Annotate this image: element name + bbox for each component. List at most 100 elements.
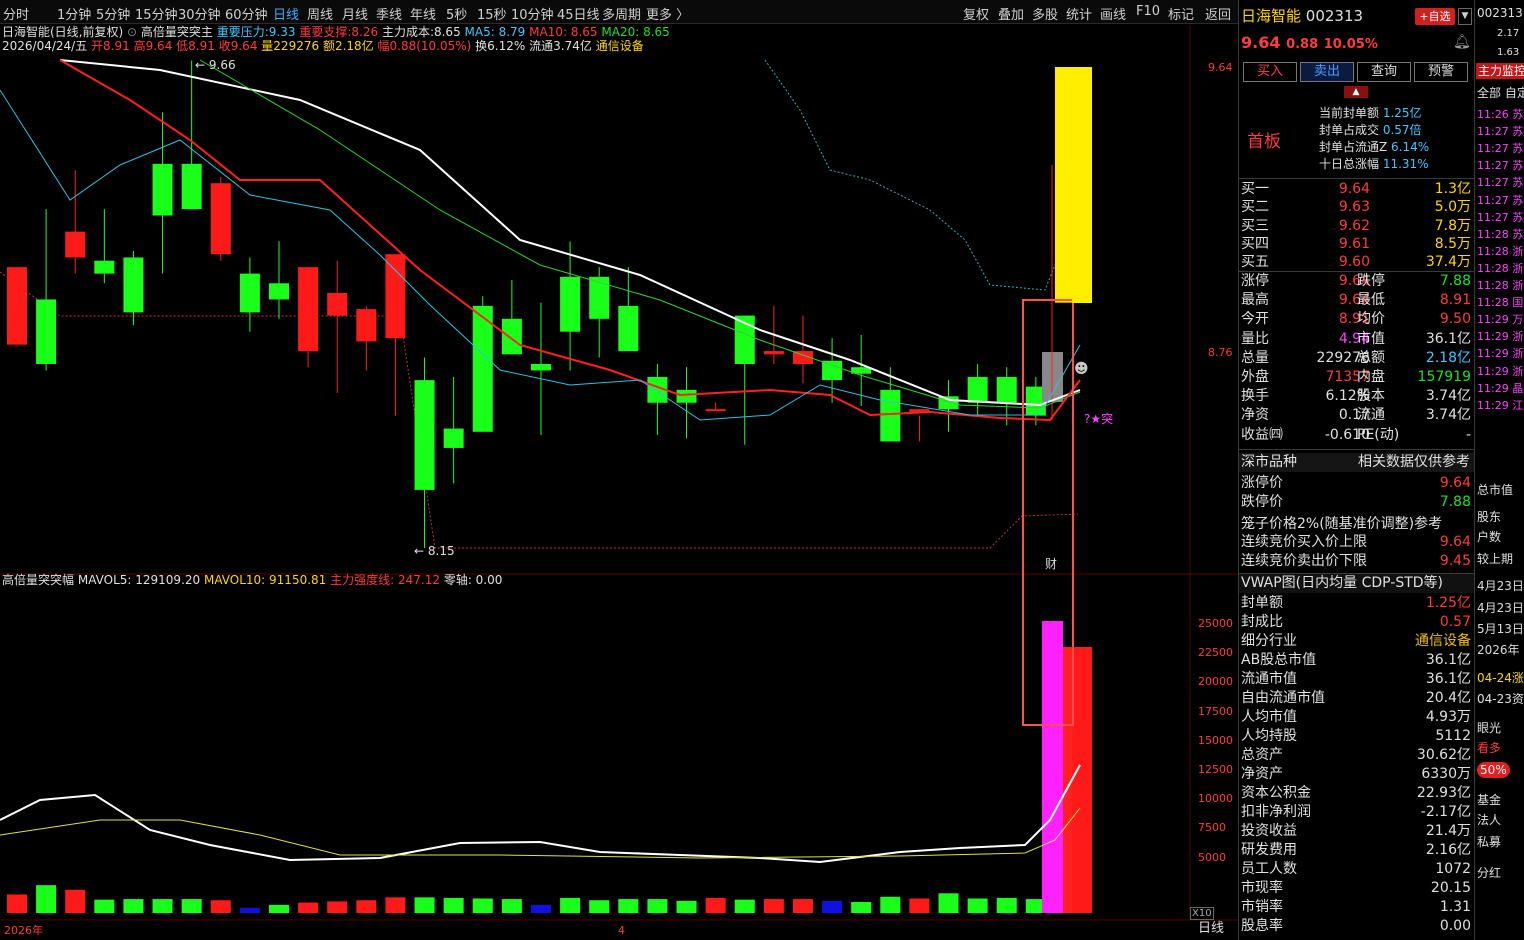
fundamental-row: 人均市值 4.93万 [1241,709,1471,725]
bid-row[interactable]: 买二 9.63 5.0万 [1239,198,1475,217]
monitor-item[interactable]: 11:29 浙 [1477,364,1523,380]
candle-body [618,305,639,352]
volume-bar [734,899,755,913]
vol-axis-label: 20000 [1198,675,1233,689]
stat-row: 涨停 9.64 跌停 7.88 [1241,273,1471,289]
period-tab-11[interactable]: 5秒 [446,4,467,23]
monitor-item[interactable]: 11:28 苏 [1477,227,1523,243]
period-tab-9[interactable]: 季线 [376,4,402,23]
auction-row: 连续竞价买入价上限 9.64 [1241,534,1471,550]
candle-body [94,260,115,274]
trade-button-2[interactable]: 查询 [1357,62,1411,82]
period-tab-10[interactable]: 年线 [410,4,436,23]
volume-bar [560,897,581,913]
bid-row[interactable]: 买五 9.60 37.4万 [1239,253,1475,272]
chevron-down-icon[interactable]: ▼ [1458,8,1472,25]
monitor-item[interactable]: 11:27 苏 [1477,141,1523,157]
monitor-item[interactable]: 11:27 苏 [1477,124,1523,140]
bottom-period-label[interactable]: 日线 [1198,922,1224,936]
fundamental-row: AB股总市值 36.1亿 [1241,652,1471,668]
period-tab-1[interactable]: 1分钟 [57,4,91,23]
collapse-icon[interactable]: ▲ [1344,86,1368,98]
monitor-item[interactable]: 11:27 苏 [1477,210,1523,226]
monitor-item[interactable]: 11:28 浙 [1477,244,1523,260]
volume-bar [938,893,959,913]
period-tab-8[interactable]: 月线 [342,4,368,23]
trade-button-3[interactable]: 预警 [1414,62,1468,82]
monitor-item[interactable]: 11:29 江 [1477,398,1523,414]
volume-bar [996,897,1017,913]
monitor-label: 50% [1477,762,1510,778]
toolbar-btn-6[interactable]: 标记 [1168,4,1194,23]
ohlc-line: 2026/04/24/五 开8.91 高9.64 低8.91 收9.64 量22… [2,39,644,53]
monitor-label: 分红 [1477,866,1502,880]
monitor-item[interactable]: 11:27 苏 [1477,175,1523,191]
period-tab-16[interactable]: 更多 〉 [646,4,689,23]
monitor-item[interactable]: 11:28 浙 [1477,278,1523,294]
toolbar-btn-2[interactable]: 多股 [1032,4,1058,23]
candle-body [268,283,289,300]
volume-bar [268,904,289,913]
bid-row[interactable]: 买三 9.62 7.8万 [1239,217,1475,236]
monitor-item[interactable]: 11:29 万 [1477,312,1523,328]
toolbar-btn-1[interactable]: 叠加 [998,4,1024,23]
bid-row[interactable]: 买一 9.64 1.3亿 [1239,180,1475,199]
kline-chart[interactable] [0,0,1238,940]
vwap-row[interactable]: VWAP图(日内均量 CDP-STD等) [1239,574,1475,593]
quote-panel: 日海智能 002313 +自选 ▼ 9.64 0.88 10.05% 🔔︎ 买入… [1238,0,1475,940]
fundamental-row: 资本公积金 22.93亿 [1241,785,1471,801]
period-toolbar: 分时 1分钟 5分钟 15分钟 30分钟 60分钟 日线 周线 月线 季线 年线 5秒 15秒 10分钟 4… [0,0,1238,24]
toolbar-btn-4[interactable]: 画线 [1100,4,1126,23]
monitor-item[interactable]: 11:27 苏 [1477,193,1523,209]
monitor-item[interactable]: 11:28 国 [1477,295,1523,311]
bid-row[interactable]: 买四 9.61 8.5万 [1239,235,1475,254]
period-tab-6[interactable]: 日线 [273,4,299,23]
volume-bar [792,899,813,913]
toolbar-btn-7[interactable]: 返回 [1205,4,1231,23]
add-favorite-button[interactable]: +自选 [1415,8,1455,25]
fundamental-row: 细分行业 通信设备 [1241,633,1471,649]
monitor-item[interactable]: 11:28 浙 [1477,261,1523,277]
candle-body [123,257,144,313]
monitor-item[interactable]: 11:26 苏 [1477,107,1523,123]
monitor-item[interactable]: 11:29 浙 [1477,329,1523,345]
volume-bar [152,899,173,913]
volume-bar [298,902,319,913]
last-vol-bar [1072,647,1092,913]
monitor-item[interactable]: 11:27 苏 [1477,158,1523,174]
period-tab-4[interactable]: 30分钟 [178,4,221,23]
toolbar-btn-0[interactable]: 复权 [963,4,989,23]
toolbar-btn-3[interactable]: 统计 [1066,4,1092,23]
period-tab-12[interactable]: 15秒 [477,4,507,23]
period-tab-7[interactable]: 周线 [307,4,333,23]
fundamental-row: 投资收益 21.4万 [1241,823,1471,839]
monitor-label: 4月23日 [1477,579,1524,593]
vol-axis-label: 5000 [1198,850,1226,864]
monitor-filter[interactable]: 全部 自定 [1477,85,1524,101]
axis-label-top: 9.64 [1208,61,1233,74]
magenta-vol-bar [1042,621,1063,913]
bell-icon[interactable]: 🔔︎ [1453,34,1471,50]
monitor-tab[interactable]: 主力监控 [1476,63,1524,79]
breakout-mark: ?★突 [1084,412,1114,426]
period-tab-3[interactable]: 15分钟 [135,4,178,23]
toolbar-btn-5[interactable]: F10 [1136,4,1160,19]
limit-row: 跌停价 7.88 [1241,494,1471,510]
period-tab-0[interactable]: 分时 [3,4,29,23]
ma5-line [0,89,1081,421]
stat-row: 量比 4.94 市值 36.1亿 [1241,330,1471,347]
period-tab-15[interactable]: 多周期 [602,4,641,23]
period-tab-14[interactable]: 45日线 [557,4,600,23]
monitor-label: 户数 [1477,530,1502,544]
trade-button-1[interactable]: 卖出 [1300,62,1354,82]
monitor-item[interactable]: 11:29 晶 [1477,381,1523,397]
period-tab-5[interactable]: 60分钟 [225,4,268,23]
candle-body [7,267,27,345]
period-tab-2[interactable]: 5分钟 [96,4,130,23]
trade-button-0[interactable]: 买入 [1243,62,1297,82]
bottom-year-label: 2026年 [4,924,43,937]
period-tab-13[interactable]: 10分钟 [511,4,554,23]
monitor-item[interactable]: 11:29 浙 [1477,346,1523,362]
finance-mark[interactable]: 财 [1045,557,1057,571]
volume-bar [763,899,784,913]
